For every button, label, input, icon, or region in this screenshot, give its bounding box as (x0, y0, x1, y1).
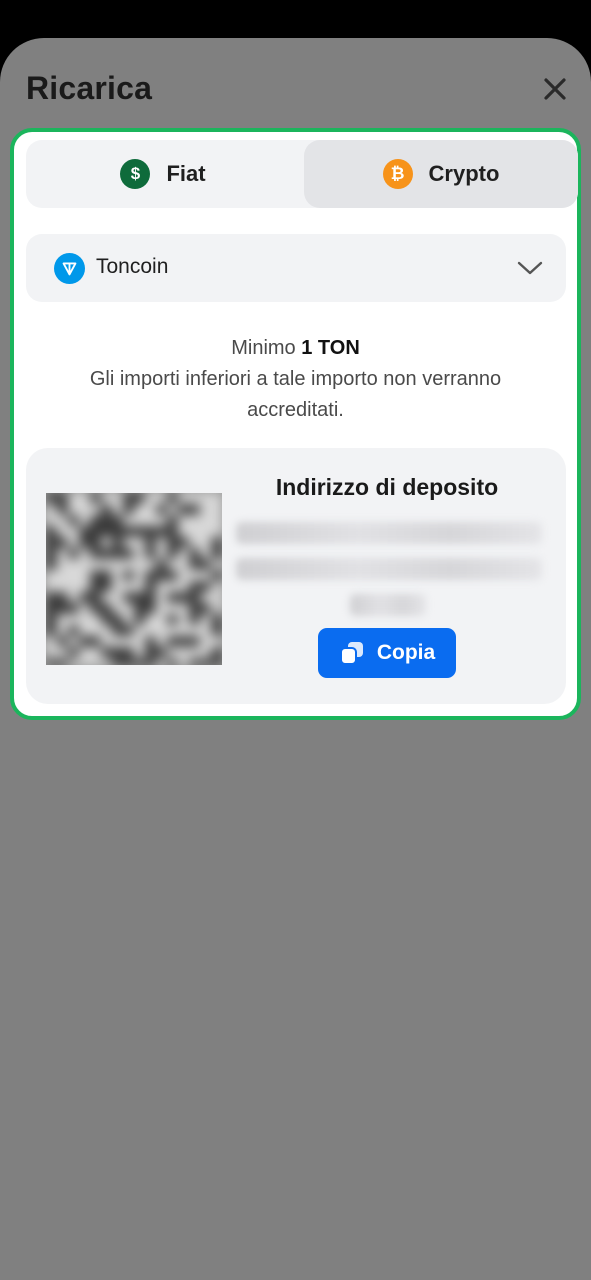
dollar-icon: $ (120, 159, 151, 189)
sheet-title: Ricarica (26, 70, 153, 106)
bitcoin-icon: ₿ (382, 159, 413, 189)
deposit-address-box: Indirizzo di deposito Copia (26, 448, 566, 704)
deposit-address-value (232, 518, 546, 618)
chevron-down-icon (517, 261, 543, 275)
tab-crypto-label: Crypto (428, 161, 500, 186)
minimum-prefix: Minimo (231, 337, 296, 359)
tab-crypto[interactable]: ₿ Crypto (304, 140, 578, 208)
tab-fiat-label: Fiat (166, 161, 206, 186)
copy-address-button[interactable]: Copia (318, 628, 456, 678)
copy-icon (339, 642, 363, 665)
tab-fiat[interactable]: $ Fiat (26, 140, 300, 208)
minimum-note: Gli importi inferiori a tale importo non… (89, 368, 502, 421)
screen: Ricarica $ Fiat ₿ Crypto Toncoin Minimo … (0, 0, 591, 1280)
toncoin-icon (54, 253, 85, 284)
close-button[interactable] (538, 72, 572, 106)
deposit-qr-code (46, 493, 222, 665)
close-icon (544, 78, 566, 100)
deposit-card: $ Fiat ₿ Crypto Toncoin Minimo 1 TON Gli (10, 128, 581, 720)
copy-button-label: Copia (376, 641, 436, 664)
currency-select-value: Toncoin (96, 255, 169, 278)
payment-type-tabs: $ Fiat ₿ Crypto (26, 140, 578, 208)
deposit-address-title: Indirizzo di deposito (275, 474, 499, 500)
currency-select[interactable]: Toncoin (26, 234, 566, 302)
minimum-value: 1 TON (301, 337, 360, 359)
minimum-amount: Minimo 1 TON (14, 332, 577, 364)
